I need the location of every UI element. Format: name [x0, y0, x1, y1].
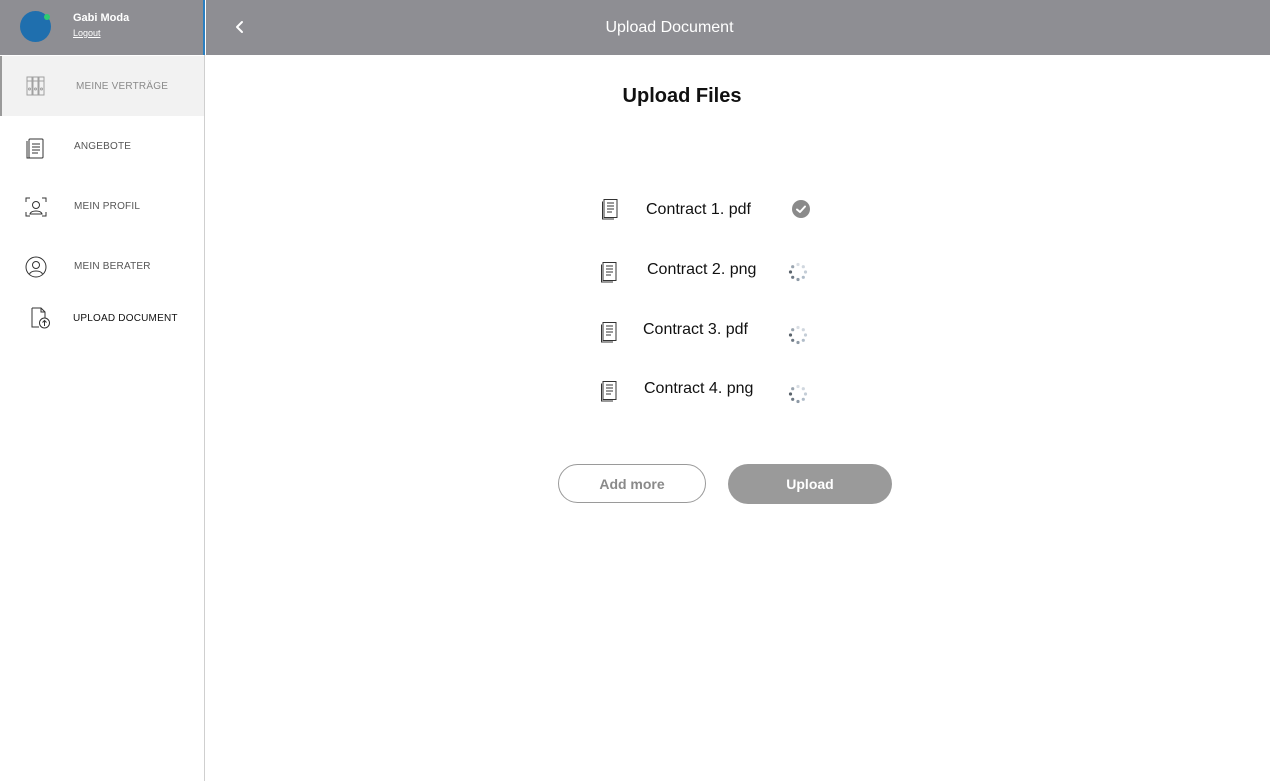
sidebar-item-label: MEIN PROFIL	[74, 201, 141, 212]
upload-document-icon	[31, 307, 50, 329]
sidebar-item-angebote[interactable]: ANGEBOTE	[0, 116, 204, 176]
sidebar-item-label: MEIN BERATER	[74, 261, 151, 272]
user-name: Gabi Moda	[73, 12, 130, 24]
user-header: Gabi Moda Logout	[0, 0, 205, 55]
sidebar-item-upload-document[interactable]: UPLOAD DOCUMENT	[0, 288, 204, 348]
profile-scan-icon	[25, 197, 47, 217]
upload-button[interactable]: Upload	[728, 464, 892, 504]
file-icon	[601, 381, 617, 402]
sidebar-item-mein-berater[interactable]: MEIN BERATER	[0, 236, 204, 296]
advisor-icon	[25, 256, 47, 278]
file-name: Contract 2. png	[647, 261, 757, 278]
sidebar-item-mein-profil[interactable]: MEIN PROFIL	[0, 176, 204, 236]
document-list-icon	[26, 138, 44, 159]
page-title: Upload Files	[622, 85, 742, 107]
spinner-icon	[788, 262, 808, 282]
sidebar-item-label: UPLOAD DOCUMENT	[73, 313, 178, 324]
spinner-icon	[788, 325, 808, 345]
file-name: Contract 3. pdf	[643, 321, 748, 338]
file-row: Contract 4. png	[206, 375, 1270, 407]
main-content: Upload Files Contract 1. pdf Contract 2.…	[206, 55, 1270, 781]
binders-icon	[26, 76, 45, 96]
file-icon	[602, 199, 618, 220]
file-icon	[601, 262, 617, 283]
online-status-dot	[44, 14, 50, 20]
spinner-icon	[788, 384, 808, 404]
check-circle-icon	[792, 200, 810, 218]
app-root: Gabi Moda Logout MEINE VERTRÄGE ANGEBOTE…	[0, 0, 1270, 781]
sidebar-item-label: MEINE VERTRÄGE	[76, 81, 169, 92]
page-header-title: Upload Document	[605, 19, 734, 36]
file-icon	[601, 322, 617, 343]
top-bar: Upload Document	[206, 0, 1270, 55]
sidebar-item-meine-vertraege[interactable]: MEINE VERTRÄGE	[0, 56, 204, 116]
file-row: Contract 3. pdf	[206, 315, 1270, 347]
add-more-button[interactable]: Add more	[558, 464, 706, 503]
file-name: Contract 1. pdf	[646, 201, 751, 218]
file-row: Contract 1. pdf	[206, 193, 1270, 225]
sidebar: Gabi Moda Logout MEINE VERTRÄGE ANGEBOTE…	[0, 0, 205, 781]
file-row: Contract 2. png	[206, 255, 1270, 287]
logout-link[interactable]: Logout	[73, 28, 101, 38]
sidebar-item-label: ANGEBOTE	[74, 141, 132, 152]
file-name: Contract 4. png	[644, 380, 754, 397]
